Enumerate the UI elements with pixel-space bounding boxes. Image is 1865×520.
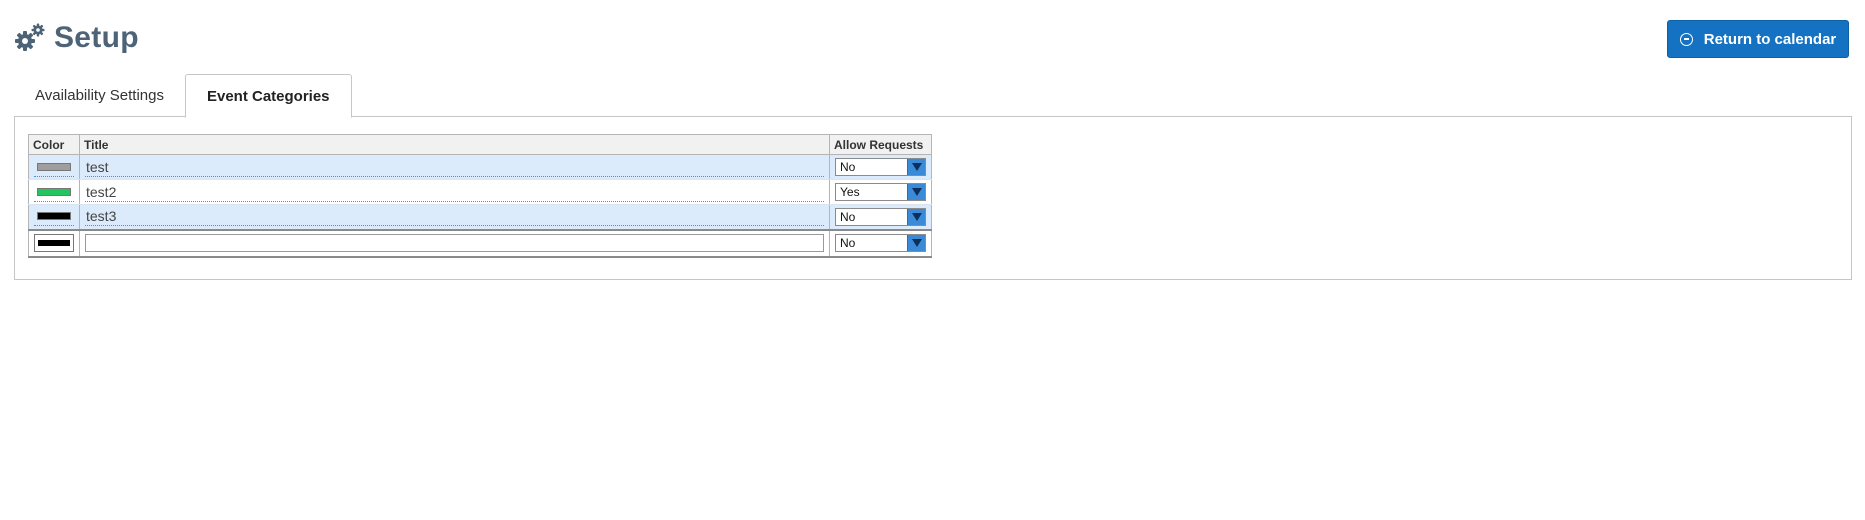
allow-requests-cell: No: [829, 154, 932, 180]
return-to-calendar-label: Return to calendar: [1703, 30, 1837, 48]
dropdown-arrow-icon[interactable]: [907, 235, 925, 251]
color-cell[interactable]: [28, 179, 80, 205]
dropdown-arrow-icon[interactable]: [907, 208, 925, 225]
new-title-cell: [79, 228, 830, 257]
select-value: No: [840, 209, 856, 224]
table-row: test2 Yes: [28, 179, 932, 205]
column-header-color: Color: [28, 134, 80, 155]
table-row: test No: [28, 154, 932, 180]
select-value: No: [840, 236, 856, 250]
gears-icon: [14, 22, 46, 54]
allow-requests-select[interactable]: No: [835, 207, 926, 226]
title-editable[interactable]: test: [85, 158, 824, 177]
dropdown-arrow-icon[interactable]: [907, 184, 925, 200]
new-allow-requests-select[interactable]: No: [835, 234, 926, 252]
color-swatch: [37, 212, 71, 221]
color-swatch: [38, 240, 70, 246]
event-categories-table: Color Title Allow Requests test No test2…: [28, 134, 932, 258]
color-swatch-editable[interactable]: [34, 183, 74, 202]
color-swatch-editable[interactable]: [34, 207, 74, 227]
dropdown-arrow-icon[interactable]: [907, 159, 925, 175]
title-cell[interactable]: test2: [79, 179, 830, 205]
allow-requests-cell: No: [829, 204, 932, 230]
color-cell[interactable]: [28, 154, 80, 180]
table-header-row: Color Title Allow Requests: [28, 134, 932, 155]
page-title: Setup: [54, 21, 139, 54]
column-header-title: Title: [79, 134, 830, 155]
title-cell[interactable]: test: [79, 154, 830, 180]
event-categories-panel: Color Title Allow Requests test No test2…: [14, 116, 1852, 280]
title-editable[interactable]: test3: [85, 207, 824, 227]
tab-event-categories[interactable]: Event Categories: [184, 74, 352, 118]
title-editable[interactable]: test2: [85, 183, 824, 202]
new-allow-requests-cell: No: [829, 228, 932, 257]
allow-requests-select[interactable]: No: [835, 158, 926, 176]
new-color-picker[interactable]: [34, 234, 74, 252]
allow-requests-cell: Yes: [829, 179, 932, 205]
tab-label: Availability Settings: [35, 87, 164, 104]
circle-arrow-left-icon: [1679, 32, 1693, 46]
color-cell[interactable]: [28, 204, 80, 230]
title-cell[interactable]: test3: [79, 204, 830, 230]
return-to-calendar-button[interactable]: Return to calendar: [1667, 20, 1849, 58]
allow-requests-select[interactable]: Yes: [835, 183, 926, 201]
color-swatch: [37, 162, 71, 171]
page-header: Setup: [14, 18, 139, 58]
table-row: test3 No: [28, 204, 932, 230]
new-category-row: No: [28, 228, 932, 257]
new-color-cell: [28, 228, 80, 257]
color-swatch-editable[interactable]: [34, 158, 74, 177]
new-category-title-input[interactable]: [85, 234, 824, 252]
select-value: No: [840, 160, 856, 174]
select-value: Yes: [840, 185, 860, 199]
column-header-allow-requests: Allow Requests: [829, 134, 932, 155]
tab-availability-settings[interactable]: Availability Settings: [14, 74, 185, 117]
tab-bar: Availability Settings Event Categories: [14, 74, 352, 118]
tab-label: Event Categories: [206, 87, 330, 105]
color-swatch: [37, 187, 71, 196]
